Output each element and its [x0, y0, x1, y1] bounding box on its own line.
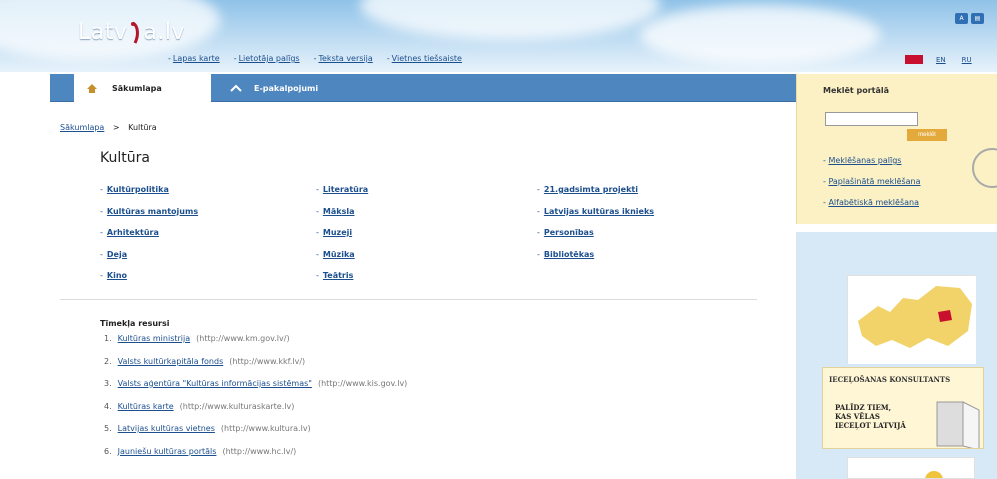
top-link-user-help[interactable]: - Lietotāja palīgs	[234, 54, 300, 63]
logo-mark-icon	[131, 21, 140, 44]
breadcrumb: Sākumlapa > Kultūra	[60, 123, 157, 132]
resource-item: 3. Valsts aģentūra "Kultūras informācijas…	[104, 379, 408, 388]
category-link[interactable]: - Kino	[100, 271, 198, 293]
door-icon	[936, 401, 980, 448]
corner-tools: A ▤	[955, 13, 984, 24]
category-column-2: - Literatūra - Māksla - Muzeji - Mūzika - Teā…	[316, 185, 368, 293]
lang-lv[interactable]: LV	[905, 55, 923, 64]
tab-home[interactable]: Sākumlapa	[74, 74, 211, 102]
category-link[interactable]: - Arhitektūra	[100, 228, 198, 250]
resource-link[interactable]: Kultūras karte	[118, 402, 174, 411]
main-navigation: Sākumlapa E-pakalpojumi	[50, 74, 796, 102]
search-button[interactable]: meklēt	[907, 129, 947, 141]
top-link-sitemap[interactable]: - Lapas karte	[168, 54, 220, 63]
category-link[interactable]: - Kultūrpolitika	[100, 185, 198, 207]
sidebar-banner-bottom[interactable]	[847, 457, 975, 479]
europe-map-banner[interactable]	[847, 275, 976, 364]
category-column-3: -21.gadsimta projekti - Latvijas kultūras…	[537, 185, 654, 271]
e-service-icon	[230, 84, 242, 92]
immigration-consultant-banner[interactable]: IECEĻOŠANAS KONSULTANTS PALĪDZ TIEM, KAS…	[822, 367, 984, 449]
resource-link[interactable]: Kultūras ministrija	[118, 334, 191, 343]
resource-link[interactable]: Valsts kultūrkapitāla fonds	[118, 357, 224, 366]
consult-title: IECEĻOŠANAS KONSULTANTS	[829, 375, 951, 384]
breadcrumb-current: Kultūra	[128, 123, 157, 132]
print-icon[interactable]: ▤	[971, 13, 984, 24]
top-link-site-online[interactable]: - Vietnes tiešsaiste	[387, 54, 462, 63]
category-link[interactable]: - Māksla	[316, 207, 368, 229]
resource-item: 4. Kultūras karte (http://www.kulturaskart…	[104, 401, 295, 411]
resource-item: 6. Jauniešu kultūras portāls (http://www.h…	[104, 446, 297, 456]
resource-link[interactable]: Valsts aģentūra "Kultūras informācijas s…	[118, 379, 312, 388]
content-divider	[60, 299, 757, 300]
tab-e-services[interactable]: E-pakalpojumi	[230, 74, 318, 102]
category-link[interactable]: - Kultūras mantojums	[100, 207, 198, 229]
category-link[interactable]: - Deja	[100, 250, 198, 272]
search-input[interactable]	[825, 112, 918, 126]
font-size-icon[interactable]: A	[955, 13, 968, 24]
search-help-link[interactable]: - Alfabētiskā meklēšana	[823, 198, 921, 219]
lang-en[interactable]: EN	[933, 55, 949, 65]
site-header: Latv a.lv - Lapas karte - Lietotāja palīgs …	[0, 0, 997, 72]
consult-text: PALĪDZ TIEM, KAS VĒLAS IECEĻOT LATVIJĀ	[835, 403, 906, 430]
magnifier-icon	[972, 148, 997, 188]
category-link[interactable]: - Latvijas kultūras iknieks	[537, 207, 654, 229]
breadcrumb-home[interactable]: Sākumlapa	[60, 123, 104, 132]
category-column-1: - Kultūrpolitika - Kultūras mantojums - Arh…	[100, 185, 198, 293]
category-link[interactable]: - Muzeji	[316, 228, 368, 250]
resource-link[interactable]: Jauniešu kultūras portāls	[118, 447, 217, 456]
top-link-text-version[interactable]: - Teksta versija	[314, 54, 373, 63]
page-title: Kultūra	[100, 150, 150, 166]
lang-ru[interactable]: RU	[959, 55, 975, 65]
search-title: Meklēt portālā	[823, 86, 890, 95]
site-logo[interactable]: Latv a.lv	[78, 20, 185, 45]
search-help-link[interactable]: - Meklēšanas palīgs	[823, 156, 921, 177]
category-link[interactable]: -21.gadsimta projekti	[537, 185, 654, 207]
category-link[interactable]: - Bibliotēkas	[537, 250, 654, 272]
category-link[interactable]: - Mūzika	[316, 250, 368, 272]
search-help-links: - Meklēšanas palīgs - Paplašinātā meklēš…	[823, 156, 921, 219]
breadcrumb-separator: >	[112, 123, 120, 132]
category-link[interactable]: - Personības	[537, 228, 654, 250]
category-link[interactable]: - Literatūra	[316, 185, 368, 207]
tab-home-label: Sākumlapa	[112, 83, 162, 93]
tab-e-services-label: E-pakalpojumi	[254, 83, 319, 93]
resources-heading: Tīmekļa resursi	[100, 319, 170, 328]
language-switcher: LV EN RU	[905, 55, 975, 65]
home-icon	[87, 84, 97, 93]
resource-item: 2. Valsts kultūrkapitāla fonds (http://www…	[104, 356, 306, 366]
europe-map-icon	[848, 276, 976, 364]
category-link[interactable]: - Teātris	[316, 271, 368, 293]
resource-item: 5. Latvijas kultūras vietnes (http://www.k…	[104, 424, 311, 433]
resource-item: 1. Kultūras ministrija (http://www.km.gov.…	[104, 334, 290, 343]
search-help-link[interactable]: - Paplašinātā meklēšana	[823, 177, 921, 198]
top-links: - Lapas karte - Lietotāja palīgs - Teksta v…	[168, 54, 462, 63]
resources-list: 1. Kultūras ministrija (http://www.km.gov.…	[104, 334, 407, 469]
sun-icon	[925, 471, 943, 478]
search-panel: Meklēt portālā meklēt - Meklēšanas palīg…	[796, 74, 997, 224]
resource-link[interactable]: Latvijas kultūras vietnes	[118, 424, 215, 433]
